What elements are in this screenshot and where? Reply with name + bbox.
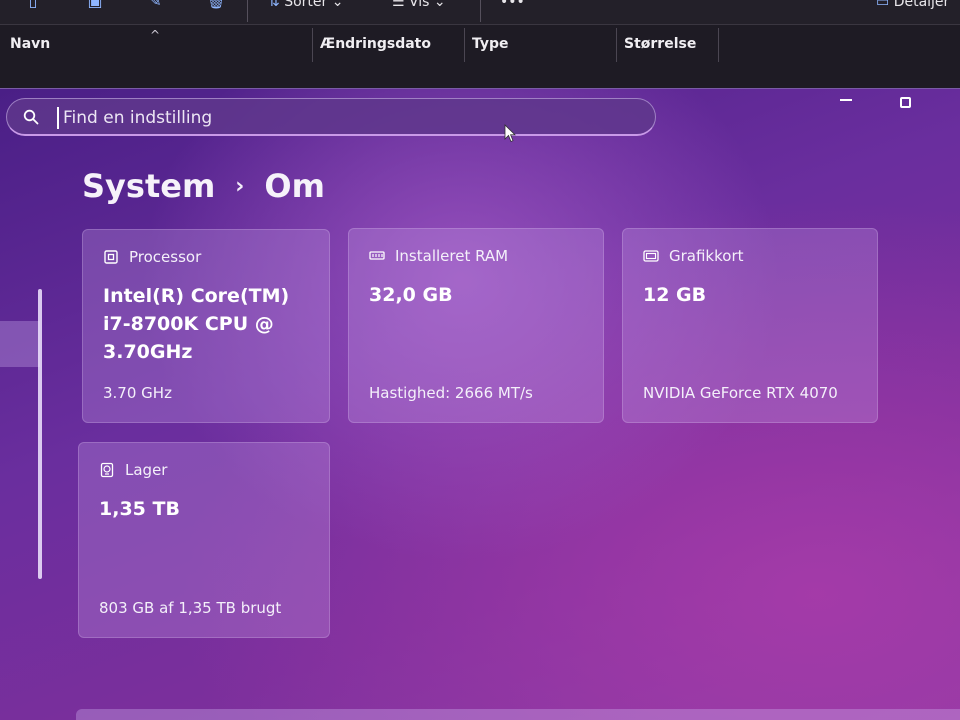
ram-value: 32,0 GB [369,284,453,306]
chevron-right-icon: › [235,174,245,199]
graphics-label: Grafikkort [669,247,744,265]
sort-button[interactable]: ⇅ Sorter ⌄ [268,0,343,10]
sort-ascending-icon: ^ [150,28,161,42]
processor-label: Processor [129,248,202,266]
share-icon[interactable]: ✎ [146,0,164,10]
explorer-toolbar: ▯ ▣ ✎ 🗑 ⇅ Sorter ⌄ ☰ Vis ⌄ ••• ▭ Detalje… [0,0,960,25]
copy-icon[interactable]: ▯ [24,0,42,10]
processor-icon [104,250,118,264]
processor-value: Intel(R) Core(TM) i7-8700K CPU @ 3.70GHz [103,285,290,363]
processor-speed: 3.70 GHz [103,384,172,402]
column-divider[interactable] [616,28,617,62]
rename-icon[interactable]: ▣ [86,0,104,10]
view-button[interactable]: ☰ Vis ⌄ [392,0,446,10]
column-header-type[interactable]: Type [472,36,509,52]
column-divider[interactable] [718,28,719,62]
more-options-button[interactable]: ••• [500,0,525,10]
file-explorer-window: ▯ ▣ ✎ 🗑 ⇅ Sorter ⌄ ☰ Vis ⌄ ••• ▭ Detalje… [0,0,960,96]
view-icon: ☰ [392,0,410,10]
search-input[interactable] [57,107,623,129]
ram-speed: Hastighed: 2666 MT/s [369,384,533,402]
graphics-model: NVIDIA GeForce RTX 4070 [643,384,838,402]
next-section-panel [76,709,960,720]
ram-card: Installeret RAM 32,0 GB Hastighed: 2666 … [348,228,604,423]
column-header-name[interactable]: Navn [10,36,50,52]
column-divider[interactable] [464,28,465,62]
details-label: Detaljer [893,0,950,10]
toolbar-divider [480,0,481,22]
page-title: Om [264,167,325,205]
view-label: Vis [409,0,430,10]
settings-window: System › Om Processor Intel(R) Core(TM) i7… [0,88,960,720]
sort-label: Sorter [284,0,328,10]
search-icon [23,109,39,125]
minimize-button[interactable] [840,99,852,101]
column-header-size[interactable]: Størrelse [624,36,696,52]
storage-card: Lager 1,35 TB 803 GB af 1,35 TB brugt [78,442,330,638]
toolbar-divider [247,0,248,22]
breadcrumb: System › Om [82,167,325,207]
storage-usage: 803 GB af 1,35 TB brugt [99,599,282,617]
details-icon: ▭ [876,0,894,10]
column-divider[interactable] [312,28,313,62]
breadcrumb-system[interactable]: System [82,167,215,205]
storage-value: 1,35 TB [99,498,180,520]
ram-icon [369,251,385,260]
search-box[interactable] [6,98,656,136]
storage-label: Lager [125,461,168,479]
delete-icon[interactable]: 🗑 [206,0,226,10]
graphics-card-icon [643,250,659,262]
nav-scrollbar[interactable] [38,289,42,579]
nav-item-selected[interactable] [0,321,40,367]
column-header-date[interactable]: Ændringsdato [320,36,431,52]
processor-card: Processor Intel(R) Core(TM) i7-8700K CPU… [82,229,330,423]
graphics-value: 12 GB [643,284,707,306]
mouse-cursor-icon [504,124,516,143]
sort-icon: ⇅ [268,0,285,10]
details-button[interactable]: ▭ Detaljer [876,0,949,10]
storage-icon [100,462,114,478]
ram-label: Installeret RAM [395,247,509,265]
graphics-card: Grafikkort 12 GB NVIDIA GeForce RTX 4070 [622,228,878,423]
maximize-button[interactable] [900,97,911,108]
